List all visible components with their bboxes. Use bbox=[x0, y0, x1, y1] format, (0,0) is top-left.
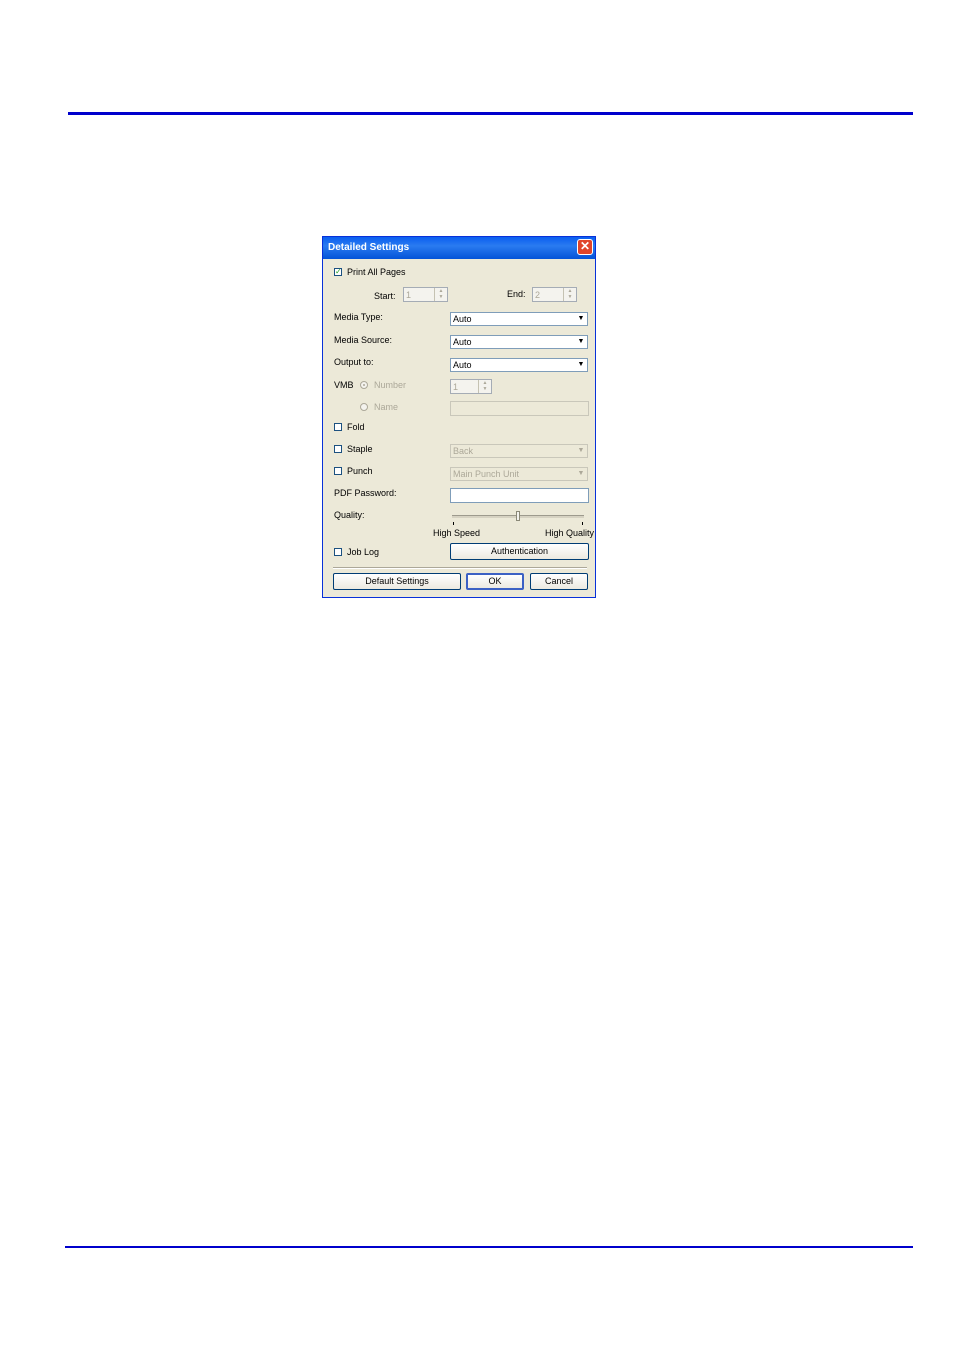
output-to-select[interactable]: Auto ▼ bbox=[450, 358, 588, 372]
punch-value: Main Punch Unit bbox=[453, 469, 520, 479]
vmb-number-radio[interactable] bbox=[360, 381, 368, 389]
pdf-password-input[interactable] bbox=[450, 488, 589, 503]
vmb-number-label: Number bbox=[374, 380, 407, 390]
vmb-number-spinner[interactable]: 1 ▲ ▼ bbox=[450, 379, 492, 394]
job-log-label: Job Log bbox=[347, 547, 380, 557]
chevron-down-icon: ▼ bbox=[577, 447, 585, 454]
chevron-down-icon: ▼ bbox=[577, 361, 585, 368]
start-spinner[interactable]: 1 ▲ ▼ bbox=[403, 287, 448, 302]
pdf-password-label: PDF Password: bbox=[334, 488, 397, 498]
chevron-down-icon: ▼ bbox=[577, 470, 585, 477]
start-label: Start: bbox=[374, 291, 396, 301]
vmb-name-label: Name bbox=[374, 402, 399, 412]
vmb-label: VMB bbox=[334, 380, 354, 390]
punch-select[interactable]: Main Punch Unit ▼ bbox=[450, 467, 588, 481]
print-all-pages-checkbox[interactable]: ✓ bbox=[334, 268, 342, 276]
media-source-select[interactable]: Auto ▼ bbox=[450, 335, 588, 349]
spin-down-icon[interactable]: ▼ bbox=[479, 386, 491, 392]
header-rule bbox=[68, 112, 913, 115]
ok-button[interactable]: OK bbox=[466, 573, 524, 590]
divider bbox=[333, 567, 587, 569]
close-icon: ✕ bbox=[579, 239, 591, 253]
chevron-down-icon: ▼ bbox=[577, 338, 585, 345]
end-spinner[interactable]: 2 ▲ ▼ bbox=[532, 287, 577, 302]
high-quality-label: High Quality bbox=[545, 528, 595, 538]
staple-select[interactable]: Back ▼ bbox=[450, 444, 588, 458]
end-label: End: bbox=[507, 289, 526, 299]
checkmark-icon: ✓ bbox=[335, 267, 342, 276]
title-bar[interactable]: Detailed Settings ✕ bbox=[323, 237, 595, 259]
close-button[interactable]: ✕ bbox=[577, 239, 593, 255]
dialog-title: Detailed Settings bbox=[328, 242, 410, 253]
spin-down-icon[interactable]: ▼ bbox=[435, 294, 447, 300]
cancel-button[interactable]: Cancel bbox=[530, 573, 588, 590]
fold-checkbox[interactable] bbox=[334, 423, 342, 431]
job-log-checkbox[interactable] bbox=[334, 548, 342, 556]
punch-label: Punch bbox=[347, 466, 373, 476]
vmb-name-radio[interactable] bbox=[360, 403, 368, 411]
staple-checkbox[interactable] bbox=[334, 445, 342, 453]
punch-checkbox[interactable] bbox=[334, 467, 342, 475]
authentication-button[interactable]: Authentication bbox=[450, 543, 589, 560]
slider-tick bbox=[582, 522, 583, 525]
print-all-pages-label: Print All Pages bbox=[347, 267, 406, 277]
end-value: 2 bbox=[535, 290, 541, 300]
output-to-value: Auto bbox=[453, 360, 472, 370]
media-source-label: Media Source: bbox=[334, 335, 393, 345]
high-speed-label: High Speed bbox=[433, 528, 481, 538]
chevron-down-icon: ▼ bbox=[577, 315, 585, 322]
fold-label: Fold bbox=[347, 422, 365, 432]
quality-label: Quality: bbox=[334, 510, 365, 520]
staple-label: Staple bbox=[347, 444, 373, 454]
quality-slider-thumb[interactable] bbox=[516, 511, 520, 521]
media-type-value: Auto bbox=[453, 314, 472, 324]
vmb-name-input[interactable] bbox=[450, 401, 589, 416]
output-to-label: Output to: bbox=[334, 357, 374, 367]
media-source-value: Auto bbox=[453, 337, 472, 347]
detailed-settings-dialog: Detailed Settings ✕ ✓ Print All Pages St… bbox=[322, 236, 596, 598]
footer-rule bbox=[65, 1246, 913, 1248]
vmb-number-value: 1 bbox=[453, 382, 459, 392]
staple-value: Back bbox=[453, 446, 474, 456]
media-type-select[interactable]: Auto ▼ bbox=[450, 312, 588, 326]
start-value: 1 bbox=[406, 290, 412, 300]
default-settings-button[interactable]: Default Settings bbox=[333, 573, 461, 590]
slider-tick bbox=[453, 522, 454, 525]
media-type-label: Media Type: bbox=[334, 312, 383, 322]
spin-down-icon[interactable]: ▼ bbox=[564, 294, 576, 300]
